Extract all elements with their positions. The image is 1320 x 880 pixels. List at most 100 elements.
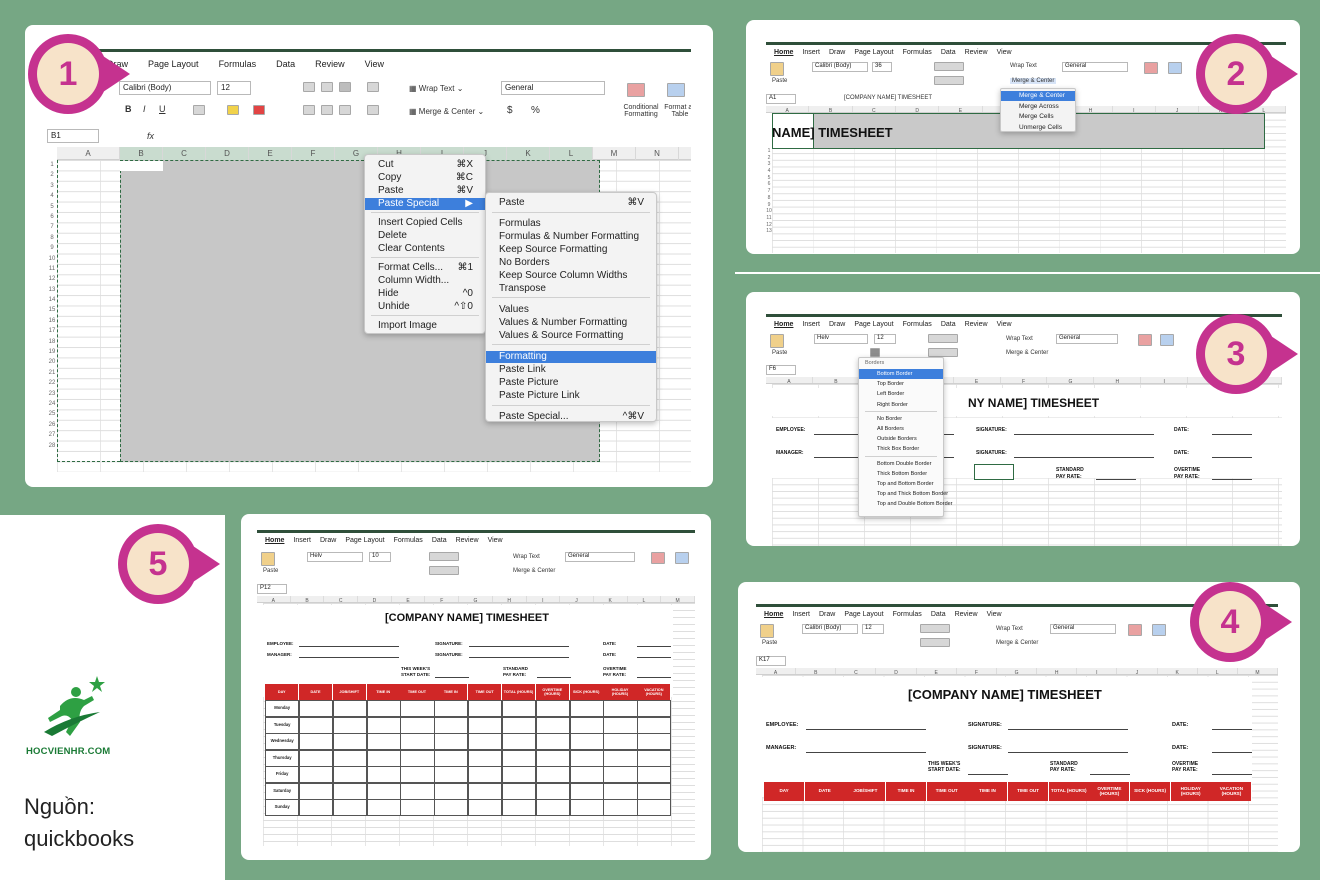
table-cell[interactable]	[400, 716, 435, 734]
table-cell[interactable]	[501, 782, 537, 800]
border-option[interactable]: No Border	[859, 414, 943, 424]
table-cell[interactable]	[366, 782, 401, 800]
dollar-button[interactable]: $	[507, 105, 513, 116]
table-cell[interactable]	[434, 782, 469, 800]
row-number[interactable]: 26	[47, 420, 57, 430]
format-as-table-icon[interactable]	[1152, 624, 1166, 636]
row-number[interactable]: 20	[47, 357, 57, 367]
row-number[interactable]: 4	[47, 191, 57, 201]
percent-button[interactable]: %	[531, 105, 540, 116]
table-cell[interactable]	[535, 716, 570, 734]
table-cell[interactable]	[332, 799, 367, 816]
context-menu-item[interactable]: Clear Contents	[365, 243, 485, 255]
table-cell[interactable]	[366, 799, 401, 816]
cell-b1-active[interactable]	[120, 161, 163, 171]
table-cell[interactable]	[298, 716, 334, 734]
tab-view[interactable]: View	[365, 59, 384, 69]
table-cell[interactable]	[434, 749, 469, 767]
tab-data[interactable]: Data	[931, 611, 946, 618]
align-bottom-icon[interactable]	[339, 82, 351, 92]
tab-draw[interactable]: Draw	[819, 611, 835, 618]
wrap-text-button[interactable]: Wrap Text	[1010, 63, 1037, 69]
table-cell[interactable]	[434, 700, 469, 717]
tab-review[interactable]: Review	[955, 611, 978, 618]
row-number[interactable]: 10	[47, 254, 57, 264]
tab-draw[interactable]: Draw	[829, 49, 845, 56]
align-bottom-icon[interactable]	[429, 566, 459, 575]
merge-center-button[interactable]: Merge & Center	[1006, 350, 1048, 356]
tab-data[interactable]: Data	[276, 59, 295, 69]
column-header-l[interactable]: L	[550, 147, 593, 160]
row-number[interactable]: 6	[766, 181, 772, 188]
wrap-text-button[interactable]: Wrap Text	[513, 554, 540, 560]
row-number[interactable]: 21	[47, 368, 57, 378]
row-number[interactable]: 11	[766, 215, 772, 222]
paste-special-item[interactable]: Keep Source Column Widths	[486, 270, 656, 282]
table-cell[interactable]	[501, 700, 537, 717]
align-bottom-icon[interactable]	[920, 638, 950, 647]
tab-data[interactable]: Data	[941, 49, 956, 56]
row-number[interactable]: 13	[766, 228, 772, 235]
tab-formulas[interactable]: Formulas	[893, 611, 922, 618]
table-cell[interactable]	[569, 766, 604, 783]
paste-special-item[interactable]: Paste Picture	[486, 377, 656, 389]
paste-special-item[interactable]: Paste Picture Link	[486, 390, 656, 402]
tab-view[interactable]: View	[488, 537, 503, 544]
paste-icon[interactable]	[770, 62, 784, 76]
row-number[interactable]: 7	[47, 222, 57, 232]
row-number[interactable]: 19	[47, 347, 57, 357]
border-option[interactable]: Left Border	[859, 389, 943, 399]
table-cell[interactable]	[400, 766, 435, 783]
align-left-icon[interactable]	[303, 105, 315, 115]
tab-home[interactable]: Home	[265, 537, 284, 544]
row-number[interactable]: 3	[766, 161, 772, 168]
table-cell[interactable]	[298, 799, 334, 816]
table-cell[interactable]	[535, 749, 570, 767]
table-cell[interactable]	[603, 733, 638, 750]
table-cell[interactable]	[434, 766, 469, 783]
borders-icon[interactable]	[193, 105, 205, 115]
table-cell[interactable]	[637, 782, 672, 800]
align-icon[interactable]	[928, 334, 958, 343]
bold-button[interactable]: B	[125, 104, 132, 114]
row-number[interactable]: 16	[47, 316, 57, 326]
table-cell[interactable]	[637, 733, 672, 750]
tab-page-layout[interactable]: Page Layout	[148, 59, 199, 69]
row-number[interactable]: 18	[47, 337, 57, 347]
column-header-d[interactable]: D	[206, 147, 249, 160]
tab-home[interactable]: Home	[774, 321, 793, 328]
tab-formulas[interactable]: Formulas	[903, 49, 932, 56]
borders-dropdown-icon[interactable]	[870, 348, 880, 357]
border-option[interactable]: Outside Borders	[859, 434, 943, 444]
tab-insert[interactable]: Insert	[293, 537, 311, 544]
row-number[interactable]: 9	[766, 202, 772, 209]
conditional-formatting-icon[interactable]	[1144, 62, 1158, 74]
table-cell[interactable]	[535, 700, 570, 717]
table-cell[interactable]	[332, 782, 367, 800]
paste-button[interactable]: Paste	[772, 78, 787, 84]
conditional-formatting-icon[interactable]	[1138, 334, 1152, 346]
font-size-box[interactable]: 12	[874, 334, 896, 344]
row-number[interactable]: 8	[766, 195, 772, 202]
paste-button[interactable]: Paste	[762, 640, 777, 646]
table-cell[interactable]	[603, 799, 638, 816]
tab-review[interactable]: Review	[965, 321, 988, 328]
tab-review[interactable]: Review	[965, 49, 988, 56]
paste-special-item[interactable]: Values	[486, 304, 656, 316]
context-menu-item[interactable]: Hide ^0	[365, 288, 485, 300]
font-size-box[interactable]: 10	[369, 552, 391, 562]
table-cell[interactable]	[366, 700, 401, 717]
table-cell[interactable]	[366, 733, 401, 750]
table-cell[interactable]	[400, 799, 435, 816]
table-cell[interactable]	[637, 700, 672, 717]
underline-button[interactable]: U	[159, 104, 166, 114]
table-cell[interactable]	[535, 733, 570, 750]
selected-cell-f6[interactable]	[974, 464, 1014, 480]
table-cell[interactable]	[298, 700, 334, 717]
tab-page-layout[interactable]: Page Layout	[854, 49, 893, 56]
paste-icon[interactable]	[760, 624, 774, 638]
context-menu-item[interactable]: Cut ⌘X	[365, 159, 485, 171]
paste-special-item[interactable]: Values & Number Formatting	[486, 317, 656, 329]
row-number[interactable]: 17	[47, 326, 57, 336]
paste-special-item[interactable]: Formulas	[486, 218, 656, 230]
